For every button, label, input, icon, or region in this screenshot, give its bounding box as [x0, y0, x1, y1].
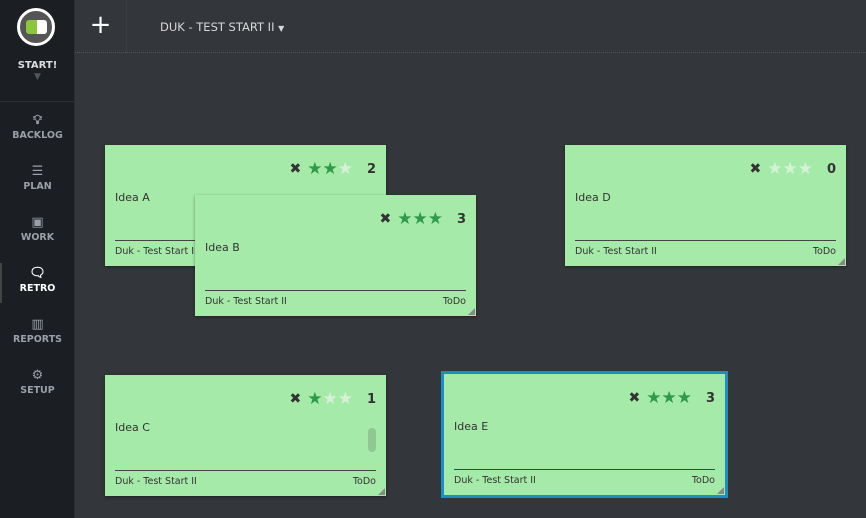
- scrollbar[interactable]: [368, 428, 376, 452]
- sidebar-item-backlog[interactable]: 💡︎ BACKLOG: [0, 112, 75, 141]
- vote-count: 2: [366, 161, 376, 177]
- project-dropdown[interactable]: DUK - TEST START II ▼: [160, 20, 284, 34]
- star-icon[interactable]: ★: [307, 391, 322, 408]
- divider: [575, 240, 836, 241]
- brand-name[interactable]: START!: [0, 60, 75, 71]
- star-icon[interactable]: ★: [428, 211, 443, 228]
- card-status: ToDo: [691, 475, 715, 486]
- card-project: Duk - Test Start II: [115, 476, 197, 487]
- sidebar-item-retro[interactable]: 🗨︎ RETRO: [0, 263, 75, 303]
- card-title[interactable]: Idea D: [575, 191, 611, 204]
- vote-count: 0: [826, 161, 836, 177]
- card-project: Duk - Test Start II: [205, 296, 287, 307]
- star-icon[interactable]: ★: [338, 391, 353, 408]
- retro-card[interactable]: ✖ ★ ★ ★ 3 Idea E Duk - Test Start II ToDo: [441, 371, 728, 498]
- divider: [454, 469, 715, 470]
- close-icon[interactable]: ✖: [628, 390, 640, 406]
- resize-handle-icon[interactable]: [378, 488, 385, 495]
- briefcase-icon: ▣: [31, 215, 44, 230]
- card-status: ToDo: [812, 246, 836, 257]
- star-icon[interactable]: ★: [782, 161, 797, 178]
- card-project: Duk - Test Start II: [454, 475, 536, 486]
- sidebar-item-reports[interactable]: ▥ REPORTS: [0, 316, 75, 345]
- card-title[interactable]: Idea A: [115, 191, 150, 204]
- star-icon[interactable]: ★: [397, 211, 412, 228]
- sidebar-item-work[interactable]: ▣ WORK: [0, 214, 75, 243]
- bar-chart-icon: ▥: [31, 317, 44, 332]
- retro-card[interactable]: ✖ ★ ★ ★ 3 Idea B Duk - Test Start II ToDo: [195, 195, 476, 316]
- close-icon[interactable]: ✖: [289, 391, 301, 407]
- rating: ✖ ★ ★ ★ 2: [289, 161, 376, 178]
- vote-count: 3: [705, 390, 715, 406]
- sidebar-item-label: WORK: [20, 232, 55, 243]
- retro-card[interactable]: ✖ ★ ★ ★ 0 Idea D Duk - Test Start II ToDo: [565, 145, 846, 266]
- card-status: ToDo: [442, 296, 466, 307]
- divider: [205, 290, 466, 291]
- chat-icon: 🗨︎: [29, 266, 46, 281]
- close-icon[interactable]: ✖: [289, 161, 301, 177]
- header: + DUK - TEST START II ▼: [75, 0, 866, 53]
- vote-count: 1: [366, 391, 376, 407]
- star-icon[interactable]: ★: [322, 391, 337, 408]
- sidebar-item-label: PLAN: [23, 181, 52, 192]
- card-project: Duk - Test Start II: [115, 246, 197, 257]
- card-status: ToDo: [352, 476, 376, 487]
- gear-icon: ⚙: [31, 368, 44, 383]
- sidebar-item-plan[interactable]: ☰ PLAN: [0, 163, 75, 192]
- chevron-down-icon[interactable]: ▼: [0, 72, 75, 82]
- logo[interactable]: [17, 8, 55, 46]
- star-icon[interactable]: ★: [307, 161, 322, 178]
- star-icon[interactable]: ★: [646, 390, 661, 407]
- star-icon[interactable]: ★: [798, 161, 813, 178]
- star-icon[interactable]: ★: [338, 161, 353, 178]
- sidebar: START! ▼ 💡︎ BACKLOG ☰ PLAN ▣ WORK 🗨︎ RETRO ▥…: [0, 0, 75, 518]
- lightbulb-icon: 💡︎: [32, 113, 43, 128]
- sidebar-item-label: REPORTS: [12, 334, 63, 345]
- close-icon[interactable]: ✖: [749, 161, 761, 177]
- star-icon[interactable]: ★: [322, 161, 337, 178]
- sidebar-item-label: BACKLOG: [12, 130, 63, 141]
- card-project: Duk - Test Start II: [575, 246, 657, 257]
- star-icon[interactable]: ★: [412, 211, 427, 228]
- close-icon[interactable]: ✖: [379, 211, 391, 227]
- rating: ✖ ★ ★ ★ 1: [289, 391, 376, 408]
- resize-handle-icon[interactable]: [717, 487, 724, 494]
- list-icon: ☰: [31, 164, 44, 179]
- star-icon[interactable]: ★: [677, 390, 692, 407]
- card-title[interactable]: Idea B: [205, 241, 240, 254]
- divider: [0, 101, 75, 102]
- project-name: DUK - TEST START II: [160, 20, 275, 34]
- caret-down-icon: ▼: [278, 24, 285, 33]
- rating: ✖ ★ ★ ★ 0: [749, 161, 836, 178]
- card-title[interactable]: Idea E: [454, 420, 488, 433]
- divider: [115, 470, 376, 471]
- sidebar-item-label: SETUP: [20, 385, 55, 396]
- card-title[interactable]: Idea C: [115, 421, 150, 434]
- sidebar-item-setup[interactable]: ⚙ SETUP: [0, 367, 75, 396]
- rating: ✖ ★ ★ ★ 3: [379, 211, 466, 228]
- sidebar-item-label: RETRO: [19, 283, 56, 294]
- add-button[interactable]: +: [75, 0, 127, 53]
- resize-handle-icon[interactable]: [468, 308, 475, 315]
- vote-count: 3: [456, 211, 466, 227]
- star-icon[interactable]: ★: [767, 161, 782, 178]
- retro-card[interactable]: ✖ ★ ★ ★ 1 Idea C Duk - Test Start II ToDo: [105, 375, 386, 496]
- resize-handle-icon[interactable]: [838, 258, 845, 265]
- star-icon[interactable]: ★: [661, 390, 676, 407]
- rating: ✖ ★ ★ ★ 3: [628, 390, 715, 407]
